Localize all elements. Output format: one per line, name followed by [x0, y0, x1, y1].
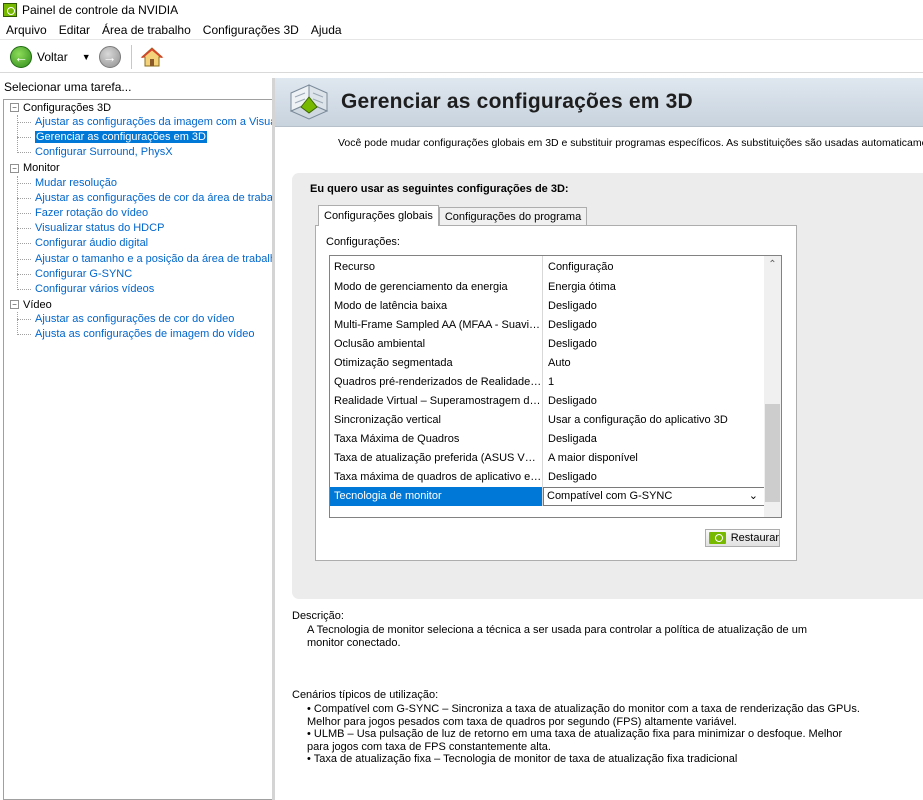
table-row[interactable]: Taxa de atualização preferida (ASUS VG35… — [330, 449, 781, 468]
content-panel: Gerenciar as configurações em 3D Você po… — [275, 78, 923, 800]
intro-text: Você pode mudar configurações globais em… — [338, 137, 923, 149]
nvidia-logo-icon — [709, 532, 726, 544]
grid-header: Recurso Configuração — [330, 256, 781, 278]
settings-grid: Recurso Configuração Modo de gerenciamen… — [329, 255, 782, 518]
tree-group-monitor: − Monitor Mudar resolução Ajustar as con… — [4, 161, 272, 298]
back-arrow-icon: ← — [10, 45, 32, 68]
toolbar: ← Voltar ▼ → — [0, 41, 923, 73]
tab-configuracoes-programa[interactable]: Configurações do programa — [438, 207, 588, 226]
list-item: • ULMB – Usa pulsação de luz de retorno … — [307, 728, 843, 753]
menu-configuracoes-3d[interactable]: Configurações 3D — [197, 20, 305, 40]
tree-item-cor-video[interactable]: Ajustar as configurações de cor do vídeo — [4, 312, 272, 327]
task-tree: − Configurações 3D Ajustar as configuraç… — [3, 99, 272, 800]
description-title: Descrição: — [292, 610, 344, 622]
back-button[interactable]: ← Voltar — [10, 44, 68, 70]
chevron-down-icon[interactable]: ⌄ — [749, 488, 758, 505]
home-icon[interactable] — [140, 46, 164, 68]
collapse-icon[interactable]: − — [10, 163, 19, 173]
task-panel: Selecionar uma tarefa... − Configurações… — [0, 78, 272, 800]
settings-group: Eu quero usar as seguintes configurações… — [292, 173, 923, 599]
tree-item-tamanho-posicao[interactable]: Ajustar o tamanho e a posição da área de… — [4, 252, 272, 267]
3d-settings-icon — [287, 81, 331, 123]
tree-item-cor-area-trabalho[interactable]: Ajustar as configurações de cor da área … — [4, 191, 272, 206]
tree-group-video-header[interactable]: − Vídeo — [4, 297, 272, 312]
collapse-icon[interactable]: − — [10, 103, 19, 112]
table-row[interactable]: Oclusão ambiental Desligado — [330, 335, 781, 354]
back-label: Voltar — [37, 49, 68, 64]
menu-bar: Arquivo Editar Área de trabalho Configur… — [0, 20, 923, 40]
restore-label: Restaurar — [730, 532, 779, 544]
column-header-configuracao[interactable]: Configuração — [543, 256, 765, 278]
tree-item-audio-digital[interactable]: Configurar áudio digital — [4, 236, 272, 251]
table-row[interactable]: Quadros pré-renderizados de Realidade Vi… — [330, 373, 781, 392]
toolbar-separator — [130, 44, 132, 69]
description-text: A Tecnologia de monitor seleciona a técn… — [307, 624, 807, 649]
tree-item-rotacao-video[interactable]: Fazer rotação do vídeo — [4, 206, 272, 221]
scroll-up-icon[interactable]: ⌃ — [764, 256, 781, 273]
scenarios-title: Cenários típicos de utilização: — [292, 689, 439, 701]
monitor-technology-select[interactable]: Compatível com G-SYNC ⌄ — [543, 487, 765, 506]
tree-item-g-sync[interactable]: Configurar G-SYNC — [4, 267, 272, 282]
tree-group-monitor-header[interactable]: − Monitor — [4, 161, 272, 176]
menu-arquivo[interactable]: Arquivo — [0, 20, 53, 40]
table-row[interactable]: Modo de latência baixa Desligado — [330, 297, 781, 316]
tree-item-mudar-resolucao[interactable]: Mudar resolução — [4, 176, 272, 191]
restore-button[interactable]: Restaurar — [705, 529, 780, 547]
tree-group-3d: − Configurações 3D Ajustar as configuraç… — [4, 100, 272, 161]
tree-item-surround-physx[interactable]: Configurar Surround, PhysX — [4, 145, 272, 160]
table-row[interactable]: Realidade Virtual – Superamostragem de t… — [330, 392, 781, 411]
forward-button[interactable]: → — [98, 45, 121, 68]
table-row[interactable]: Taxa máxima de quadros de aplicativo em … — [330, 468, 781, 487]
task-panel-header: Selecionar uma tarefa... — [4, 80, 132, 94]
page-banner: Gerenciar as configurações em 3D — [275, 78, 923, 127]
scenarios-list: • Compatível com G-SYNC – Sincroniza a t… — [307, 703, 867, 766]
menu-ajuda[interactable]: Ajuda — [305, 20, 348, 40]
scroll-thumb[interactable] — [765, 404, 780, 502]
table-row[interactable]: Otimização segmentada Auto — [330, 354, 781, 373]
collapse-icon[interactable]: − — [10, 300, 19, 310]
table-row-selected[interactable]: Tecnologia de monitor Compatível com G-S… — [330, 487, 781, 506]
settings-tabs: Configurações globais Configurações do p… — [318, 205, 588, 226]
menu-area-de-trabalho[interactable]: Área de trabalho — [96, 20, 197, 40]
list-item: • Taxa de atualização fixa – Tecnologia … — [307, 753, 738, 765]
tree-item-ajustar-imagem[interactable]: Ajustar as configurações da imagem com a… — [4, 115, 272, 130]
tree-group-3d-header[interactable]: − Configurações 3D — [4, 100, 272, 115]
history-dropdown-icon[interactable]: ▼ — [82, 52, 91, 62]
title-bar: Painel de controle da NVIDIA — [0, 0, 923, 20]
column-header-recurso[interactable]: Recurso — [330, 256, 543, 278]
table-row[interactable]: Multi-Frame Sampled AA (MFAA - Suavizaçã… — [330, 316, 781, 335]
tree-group-label: Configurações 3D — [23, 101, 112, 114]
table-row[interactable]: Sincronização vertical Usar a configuraçã… — [330, 411, 781, 430]
tree-item-imagem-video[interactable]: Ajusta as configurações de imagem do víd… — [4, 327, 272, 342]
list-item: • Compatível com G-SYNC – Sincroniza a t… — [307, 703, 860, 728]
table-row[interactable]: Taxa Máxima de Quadros Desligada — [330, 430, 781, 449]
page-title: Gerenciar as configurações em 3D — [341, 90, 693, 113]
tab-configuracoes-globais[interactable]: Configurações globais — [318, 205, 439, 226]
tree-group-label: Vídeo — [23, 298, 52, 311]
tab-panel-global: Configurações: Recurso Configuração Modo… — [315, 225, 797, 561]
configuracoes-label: Configurações: — [326, 236, 400, 248]
tree-group-video: − Vídeo Ajustar as configurações de cor … — [4, 297, 272, 342]
tree-item-gerenciar-3d[interactable]: Gerenciar as configurações em 3D — [4, 130, 272, 145]
tree-group-label: Monitor — [23, 162, 60, 175]
menu-editar[interactable]: Editar — [53, 20, 96, 40]
grid-scrollbar[interactable]: ⌃ — [764, 256, 781, 517]
table-row[interactable]: Modo de gerenciamento da energia Energia … — [330, 278, 781, 297]
window-title: Painel de controle da NVIDIA — [22, 3, 179, 17]
nvidia-logo-icon — [3, 3, 17, 17]
tree-item-status-hdcp[interactable]: Visualizar status do HDCP — [4, 221, 272, 236]
tree-item-varios-videos[interactable]: Configurar vários vídeos — [4, 282, 272, 297]
settings-heading: Eu quero usar as seguintes configurações… — [310, 183, 569, 195]
